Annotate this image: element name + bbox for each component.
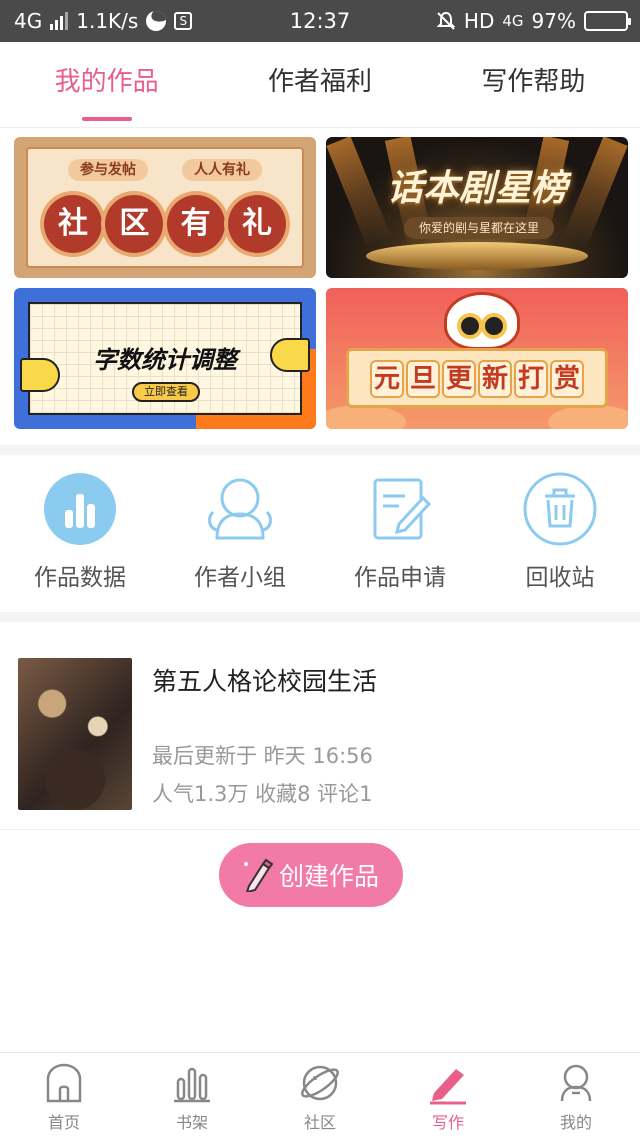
tab-my-works[interactable]: 我的作品 [0, 42, 213, 127]
nav-community[interactable]: 社区 [256, 1053, 384, 1138]
banner-ranking-title: 话本剧星榜 [386, 168, 567, 209]
nav-label: 书架 [175, 1113, 208, 1132]
banner-char: 元 [370, 360, 404, 398]
home-icon [46, 1063, 82, 1103]
quick-item-work-data[interactable]: 作品数据 [0, 458, 160, 613]
quick-item-work-application[interactable]: 作品申请 [320, 458, 480, 613]
section-divider [0, 445, 640, 455]
work-last-updated: 最后更新于 昨天 16:56 [152, 744, 373, 768]
battery-percent: 97% [531, 9, 576, 33]
banner-word-count[interactable]: 字数统计调整 立即查看 [14, 288, 316, 429]
planet-icon [301, 1065, 339, 1101]
banner-char: 更 [442, 360, 476, 398]
banner-char: 打 [514, 360, 548, 398]
quick-item-author-group[interactable]: 作者小组 [160, 458, 320, 613]
banner-new-year-reward[interactable]: 元 旦 更 新 打 赏 [326, 288, 628, 429]
group-avatar-icon [208, 478, 272, 540]
banner-char: 礼 [227, 195, 286, 253]
quick-item-recycle-bin[interactable]: 回收站 [480, 458, 640, 613]
nav-home[interactable]: 首页 [0, 1053, 128, 1138]
network-right: 4G [502, 12, 524, 30]
nav-label: 社区 [303, 1113, 336, 1132]
banner-char: 新 [478, 360, 512, 398]
banner-char: 赏 [550, 360, 584, 398]
hd-label: HD [463, 9, 495, 33]
work-item[interactable]: 第五人格论校园生活 最后更新于 昨天 16:56 人气1.3万 收藏8 评论1 [0, 622, 640, 830]
lion-dance-icon [444, 292, 520, 350]
banner-community-gift[interactable]: 参与发帖 人人有礼 社 区 有 礼 [14, 137, 316, 278]
banner-char: 社 [44, 195, 102, 253]
trash-icon [523, 472, 597, 546]
bar-chart-icon [44, 473, 116, 545]
nav-profile[interactable]: 我的 [512, 1053, 640, 1138]
quick-menu: 作品数据 作者小组 作品申请 回收站 [0, 458, 640, 613]
create-work-label: 创建作品 [278, 862, 379, 891]
banner-tag-left: 参与发帖 [68, 159, 148, 181]
nav-label: 写作 [431, 1113, 464, 1132]
status-bar: 4G 1.1K/s S 12:37 HD 4G 97% [0, 0, 640, 42]
banner-view-now-button[interactable]: 立即查看 [132, 382, 200, 402]
section-divider [0, 612, 640, 622]
banner-tag-right: 人人有礼 [182, 159, 262, 181]
status-right: HD 4G 97% [436, 9, 631, 33]
quick-item-label: 回收站 [525, 565, 595, 591]
bottom-nav: 首页 书架 社区 写作 我的 [0, 1052, 640, 1138]
nav-label: 首页 [47, 1113, 80, 1132]
pencil-icon [243, 858, 273, 892]
stage-podium [366, 242, 588, 270]
banner-ranking-subtitle: 你爱的剧与星都在这里 [404, 217, 554, 239]
banner-drama-ranking[interactable]: 话本剧星榜 你爱的剧与星都在这里 [326, 137, 628, 278]
work-title: 第五人格论校园生活 [152, 667, 378, 696]
banner-char: 区 [105, 195, 164, 253]
work-stats: 人气1.3万 收藏8 评论1 [152, 782, 373, 806]
mute-bell-icon [436, 11, 456, 30]
battery-icon [584, 11, 631, 31]
bookshelf-icon [174, 1067, 210, 1103]
top-tabs: 我的作品 作者福利 写作帮助 [0, 42, 640, 128]
create-work-button[interactable]: 创建作品 [219, 843, 403, 907]
work-cover-image [18, 658, 132, 810]
tab-author-benefits[interactable]: 作者福利 [213, 42, 426, 127]
banner-community-frame: 参与发帖 人人有礼 社 区 有 礼 [26, 147, 304, 268]
banner-community-title: 社 区 有 礼 [44, 195, 286, 253]
pen-icon [430, 1069, 466, 1105]
profile-icon [560, 1064, 592, 1102]
nav-label: 我的 [559, 1113, 592, 1132]
banner-char: 有 [166, 195, 225, 253]
tab-writing-help[interactable]: 写作帮助 [427, 42, 640, 127]
banner-grid: 参与发帖 人人有礼 社 区 有 礼 话本剧星榜 你爱的剧与星都在这里 字数统计调… [14, 137, 628, 429]
quick-item-label: 作品申请 [354, 565, 446, 591]
quick-item-label: 作者小组 [194, 565, 286, 591]
nav-write[interactable]: 写作 [384, 1053, 512, 1138]
banner-char: 旦 [406, 360, 440, 398]
banner-wordcount-title: 字数统计调整 [93, 346, 237, 374]
banner-newyear-title: 元 旦 更 新 打 赏 [346, 360, 608, 398]
nav-bookshelf[interactable]: 书架 [128, 1053, 256, 1138]
edit-document-icon [373, 478, 432, 540]
quick-item-label: 作品数据 [34, 565, 126, 591]
